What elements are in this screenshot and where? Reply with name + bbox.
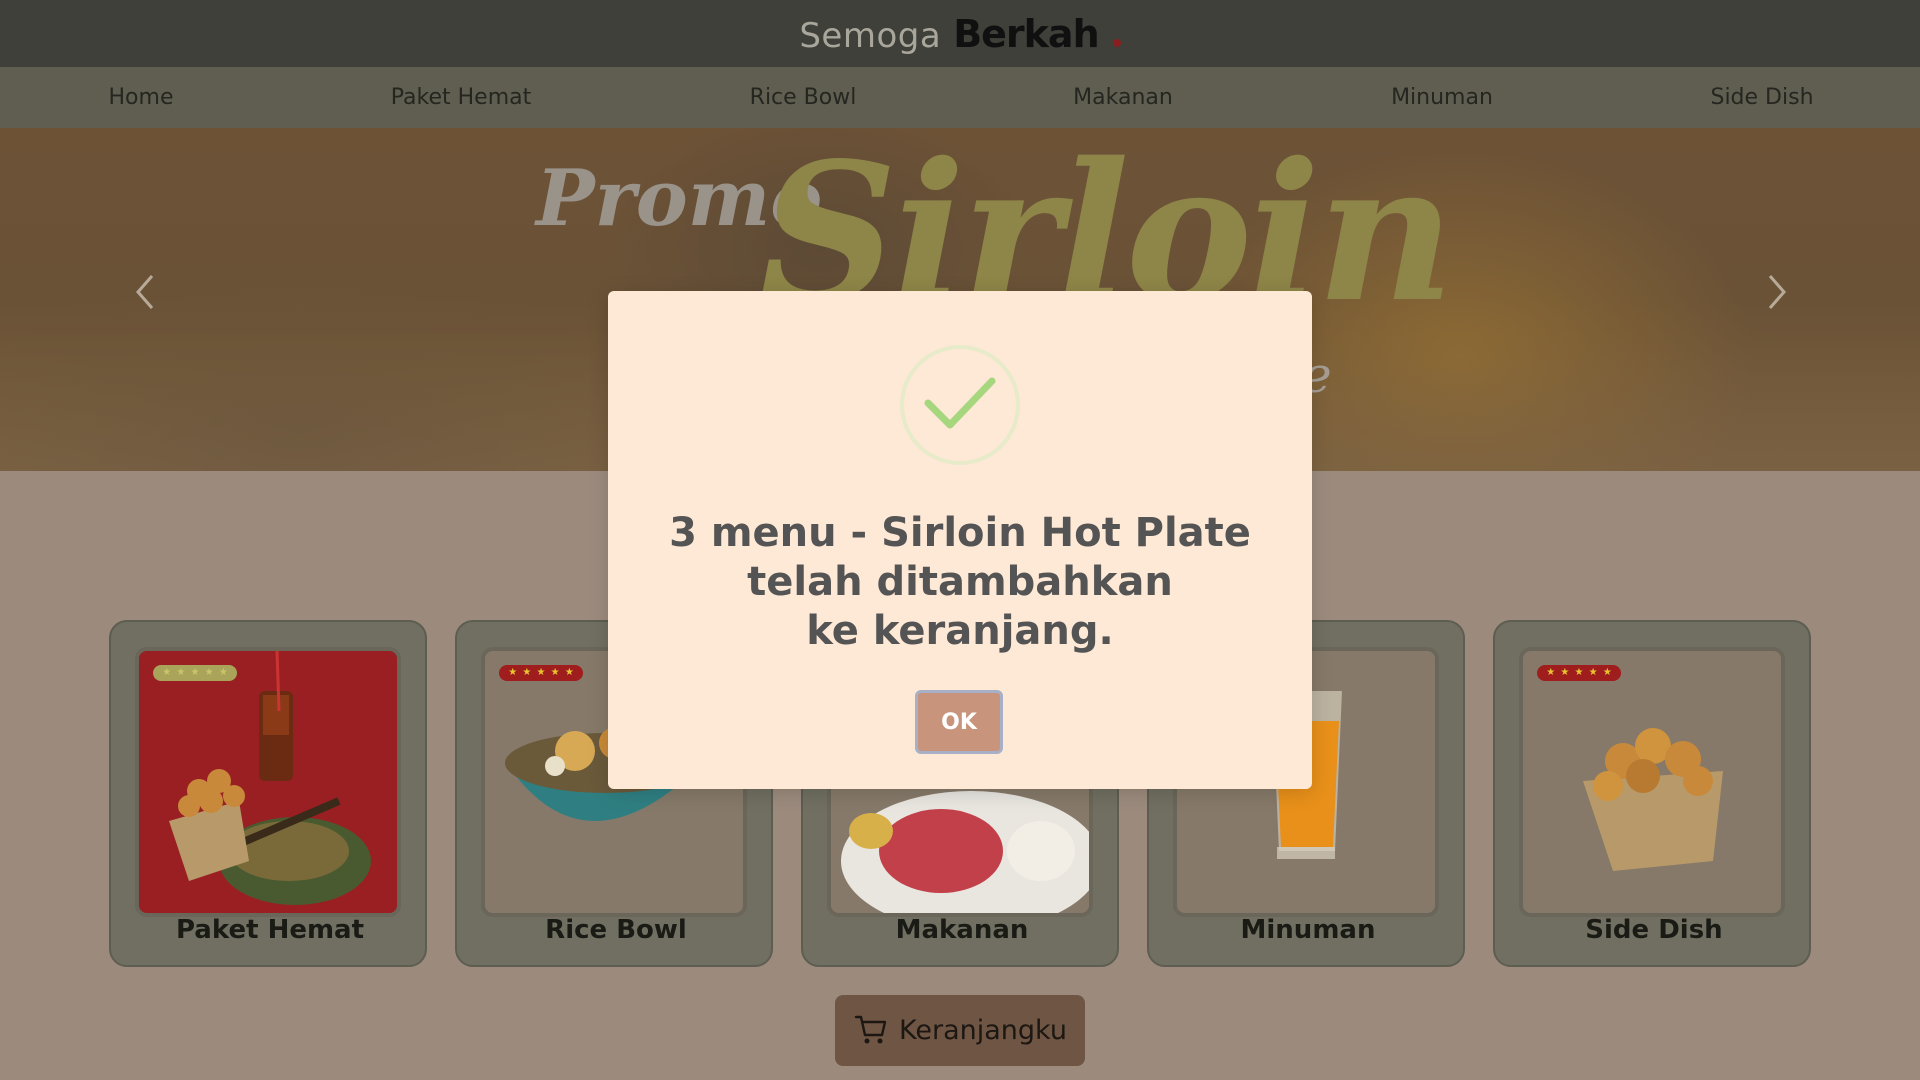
star-icon: ★ bbox=[218, 667, 228, 678]
star-icon: ★ bbox=[522, 667, 532, 678]
rating-badge: ★ ★ ★ ★ ★ bbox=[1537, 665, 1621, 681]
star-icon: ★ bbox=[204, 667, 214, 678]
dialog-message-line: ke keranjang. bbox=[806, 608, 1114, 654]
category-label: Paket Hemat bbox=[175, 915, 365, 945]
dialog-message: 3 menu - Sirloin Hot Plate telah ditamba… bbox=[648, 509, 1272, 656]
brand-name: Berkah bbox=[953, 11, 1099, 56]
side-dish-photo bbox=[1523, 651, 1781, 913]
category-card-side-dish[interactable]: ★ ★ ★ ★ ★ Side Dish bbox=[1493, 620, 1811, 967]
rating-badge: ★ ★ ★ ★ ★ bbox=[153, 665, 237, 681]
nav-item-minuman[interactable]: Minuman bbox=[1391, 67, 1493, 128]
cart-button-label: Keranjangku bbox=[899, 1015, 1067, 1046]
category-label: Side Dish bbox=[1585, 915, 1723, 945]
category-label: Rice Bowl bbox=[545, 915, 687, 945]
brand-dot bbox=[1112, 38, 1121, 47]
dialog-message-line: 3 menu - Sirloin Hot Plate bbox=[669, 510, 1251, 556]
nav-item-paket-hemat[interactable]: Paket Hemat bbox=[391, 67, 532, 128]
brand-logo[interactable]: Semoga Berkah bbox=[799, 11, 1121, 56]
dialog-message-line: telah ditambahkan bbox=[747, 559, 1173, 605]
carousel-prev-arrow-icon[interactable] bbox=[130, 272, 160, 312]
category-label: Makanan bbox=[895, 915, 1029, 945]
star-icon: ★ bbox=[536, 667, 546, 678]
star-icon: ★ bbox=[162, 667, 172, 678]
category-image-paket-hemat: ★ ★ ★ ★ ★ bbox=[135, 647, 401, 917]
star-icon: ★ bbox=[550, 667, 560, 678]
star-icon: ★ bbox=[190, 667, 200, 678]
star-icon: ★ bbox=[1574, 667, 1584, 678]
nav-item-side-dish[interactable]: Side Dish bbox=[1710, 67, 1813, 128]
nav-item-rice-bowl[interactable]: Rice Bowl bbox=[750, 67, 857, 128]
star-icon: ★ bbox=[1546, 667, 1556, 678]
nav-item-home[interactable]: Home bbox=[109, 67, 174, 128]
category-card-paket-hemat[interactable]: ★ ★ ★ ★ ★ Paket Hemat bbox=[109, 620, 427, 967]
carousel-next-arrow-icon[interactable] bbox=[1762, 272, 1792, 312]
star-icon: ★ bbox=[508, 667, 518, 678]
star-icon: ★ bbox=[1602, 667, 1612, 678]
star-icon: ★ bbox=[176, 667, 186, 678]
shopping-cart-icon bbox=[853, 1011, 889, 1051]
nav-item-makanan[interactable]: Makanan bbox=[1073, 67, 1173, 128]
star-icon: ★ bbox=[564, 667, 574, 678]
rating-badge: ★ ★ ★ ★ ★ bbox=[499, 665, 583, 681]
cart-button[interactable]: Keranjangku bbox=[835, 995, 1085, 1066]
brand-prefix: Semoga bbox=[799, 15, 942, 56]
category-image-side-dish: ★ ★ ★ ★ ★ bbox=[1519, 647, 1785, 917]
main-nav: Home Paket Hemat Rice Bowl Makanan Minum… bbox=[0, 67, 1920, 128]
star-icon: ★ bbox=[1588, 667, 1598, 678]
category-label: Minuman bbox=[1240, 915, 1376, 945]
header: Semoga Berkah bbox=[0, 0, 1920, 67]
ok-button[interactable]: OK bbox=[915, 690, 1003, 754]
paket-hemat-photo bbox=[139, 651, 397, 913]
success-dialog: 3 menu - Sirloin Hot Plate telah ditamba… bbox=[608, 291, 1312, 789]
success-check-icon bbox=[900, 345, 1020, 465]
star-icon: ★ bbox=[1560, 667, 1570, 678]
